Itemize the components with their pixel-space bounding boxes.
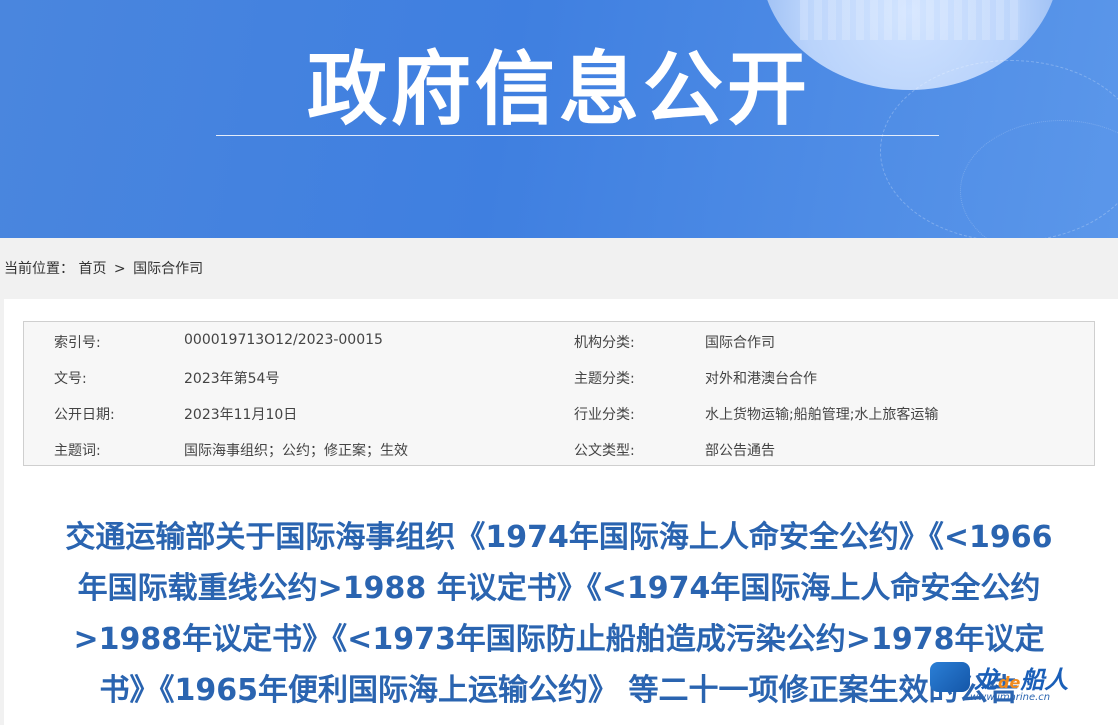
banner-title: 政府信息公开 [307, 43, 811, 136]
metadata-value: 国际海事组织；公约；修正案；生效 [184, 443, 408, 459]
metadata-key: 公开日期: [54, 407, 115, 423]
breadcrumb-current-link[interactable]: 国际合作司 [133, 259, 203, 279]
metadata-row: 公开日期: 2023年11月10日 行业分类: 水上货物运输;船舶管理;水上旅客… [24, 394, 1094, 430]
metadata-key: 主题词: [54, 443, 101, 459]
ship-logo-icon [930, 662, 970, 692]
metadata-key: 公文类型: [574, 443, 635, 459]
metadata-key: 索引号: [54, 335, 101, 351]
metadata-row: 文号: 2023年第54号 主题分类: 对外和港澳台合作 [24, 358, 1094, 394]
metadata-row: 索引号: 000019713O12/2023-00015 机构分类: 国际合作司 [24, 322, 1094, 358]
metadata-value: 国际合作司 [705, 335, 775, 351]
metadata-value: 对外和港澳台合作 [705, 371, 817, 387]
watermark-brand: 龙de船人 [974, 666, 1069, 694]
breadcrumb-label: 当前位置： [4, 261, 74, 277]
document-title-line: 交通运输部关于国际海事组织《1974年国际海上人命安全公约》《<1966 [65, 520, 1053, 555]
banner: 政府信息公开 [0, 0, 1118, 238]
metadata-value: 000019713O12/2023-00015 [184, 332, 383, 348]
metadata-key: 机构分类: [574, 335, 635, 351]
breadcrumb: 当前位置： 首页 > 国际合作司 [4, 259, 203, 279]
metadata-value: 部公告通告 [705, 443, 775, 459]
breadcrumb-home-link[interactable]: 首页 [78, 259, 106, 279]
breadcrumb-separator: > [113, 261, 126, 277]
document-title-line: 年国际载重线公约>1988 年议定书》《<1974年国际海上人命安全公约 [77, 571, 1041, 606]
metadata-key: 主题分类: [574, 371, 635, 387]
document-metadata-table: 索引号: 000019713O12/2023-00015 机构分类: 国际合作司… [23, 321, 1095, 466]
banner-divider [216, 135, 939, 136]
metadata-row: 主题词: 国际海事组织；公约；修正案；生效 公文类型: 部公告通告 [24, 430, 1094, 466]
watermark-url: www.imarine.cn [970, 692, 1051, 703]
metadata-value: 2023年第54号 [184, 371, 280, 387]
metadata-value: 水上货物运输;船舶管理;水上旅客运输 [705, 407, 939, 423]
metadata-key: 文号: [54, 371, 87, 387]
banner-skyline-decoration [800, 0, 1020, 40]
watermark-logo: 龙de船人 www.imarine.cn [930, 660, 1096, 710]
document-title-line: >1988年议定书》《<1973年国际防止船舶造成污染公约>1978年议定 [73, 622, 1045, 657]
metadata-value: 2023年11月10日 [184, 407, 298, 423]
metadata-key: 行业分类: [574, 407, 635, 423]
